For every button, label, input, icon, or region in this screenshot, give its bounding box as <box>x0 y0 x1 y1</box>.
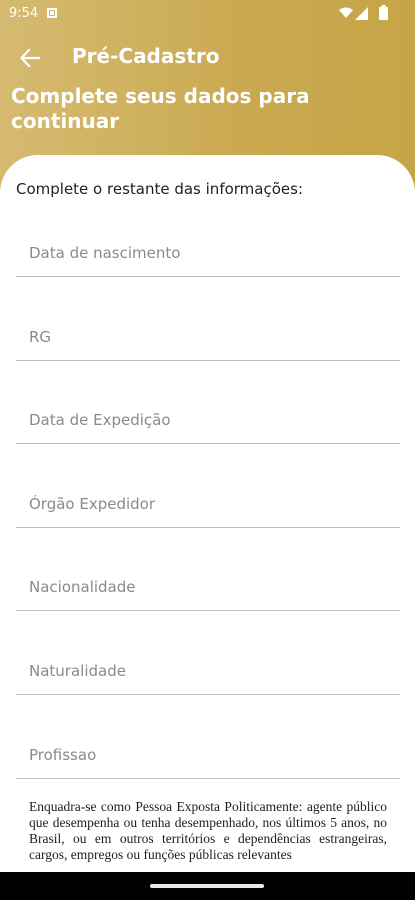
birthplace-input[interactable] <box>16 637 400 694</box>
app-bar: Pré-Cadastro <box>0 38 415 78</box>
issuing-agency-input[interactable] <box>16 470 400 527</box>
notification-icon <box>47 8 57 18</box>
nationality-input[interactable] <box>16 553 400 610</box>
signal-icon <box>355 7 368 20</box>
form-sheet: Complete o restante das informações: Enq… <box>0 155 415 900</box>
rg-field[interactable] <box>16 303 400 361</box>
birth-date-field[interactable] <box>16 219 400 277</box>
home-handle[interactable] <box>150 884 264 888</box>
page-title: Pré-Cadastro <box>72 44 220 68</box>
section-title: Complete o restante das informações: <box>16 180 303 198</box>
nationality-field[interactable] <box>16 553 400 611</box>
status-bar: 9:54 <box>0 0 415 30</box>
status-time: 9:54 <box>9 6 39 21</box>
wifi-icon <box>339 7 353 18</box>
rg-input[interactable] <box>16 303 400 360</box>
back-button[interactable] <box>14 42 46 74</box>
issue-date-field[interactable] <box>16 386 400 444</box>
profession-field[interactable] <box>16 721 400 779</box>
pep-description: Enquadra-se como Pessoa Exposta Politica… <box>29 799 387 862</box>
navigation-bar <box>0 872 415 900</box>
issuing-agency-field[interactable] <box>16 470 400 528</box>
birth-date-input[interactable] <box>16 219 400 276</box>
arrow-left-icon <box>20 49 40 67</box>
profession-input[interactable] <box>16 721 400 778</box>
issue-date-input[interactable] <box>16 386 400 443</box>
birthplace-field[interactable] <box>16 637 400 695</box>
header-subtitle: Complete seus dados para continuar <box>11 84 310 133</box>
battery-icon <box>379 5 388 20</box>
